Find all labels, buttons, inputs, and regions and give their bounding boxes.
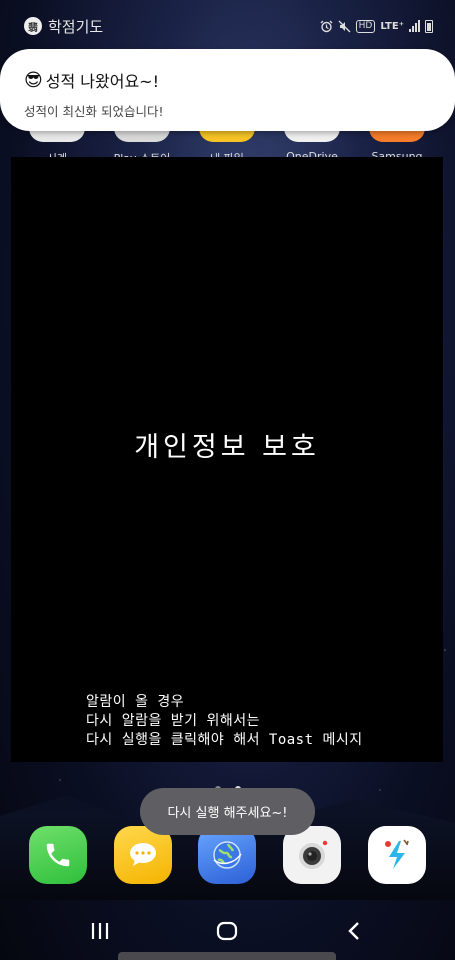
signal-icon <box>409 20 420 32</box>
privacy-overlay-window[interactable]: 개인정보 보호 알람이 올 경우 다시 알람을 받기 위해서는 다시 실행을 클… <box>11 157 443 762</box>
notification-title: 성적 나왔어요~! <box>45 72 159 91</box>
back-button[interactable] <box>334 916 374 946</box>
back-chevron-icon <box>348 922 359 940</box>
status-app-label: 학점기도 <box>48 17 104 36</box>
home-button[interactable] <box>207 916 247 946</box>
privacy-title: 개인정보 보호 <box>134 432 320 463</box>
hd-voice-icon: HD <box>355 19 376 33</box>
status-left: 翡 학점기도 <box>24 16 103 37</box>
dock <box>0 826 455 886</box>
privacy-message: 알람이 올 경우 다시 알람을 받기 위해서는 다시 실행을 클릭해야 해서 T… <box>86 693 363 750</box>
alarm-icon <box>320 20 333 33</box>
privacy-message-line: 다시 알람을 받기 위해서는 <box>86 713 260 729</box>
status-icons: HD LTE⁺ <box>320 19 433 33</box>
toast-message: 다시 실행 해주세요~! <box>140 788 315 835</box>
custom-app-icon[interactable] <box>368 826 426 884</box>
navigation-bar <box>0 904 455 960</box>
privacy-message-line: 다시 실행을 클릭해야 해서 Toast 메시지 <box>86 732 363 748</box>
mute-icon <box>338 20 351 33</box>
notification-body: 성적이 최신화 되었습니다! <box>24 104 164 119</box>
status-bar: 翡 학점기도 HD LTE⁺ <box>0 0 455 52</box>
battery-icon <box>425 19 433 33</box>
phone-app-icon[interactable] <box>29 826 87 884</box>
recent-apps-button[interactable] <box>80 916 120 946</box>
sunglasses-emoji-icon: 😎 <box>24 69 43 91</box>
heads-up-notification[interactable]: 😎 성적 나왔어요~! 성적이 최신화 되었습니다! <box>0 49 455 131</box>
home-icon <box>216 921 238 941</box>
home-indicator <box>118 952 336 960</box>
app-notification-icon: 翡 <box>24 17 42 35</box>
recent-apps-icon <box>91 923 109 939</box>
notification-title-row: 😎 성적 나왔어요~! <box>24 68 431 92</box>
privacy-message-line: 알람이 올 경우 <box>86 694 185 710</box>
lte-icon: LTE⁺ <box>380 20 404 32</box>
